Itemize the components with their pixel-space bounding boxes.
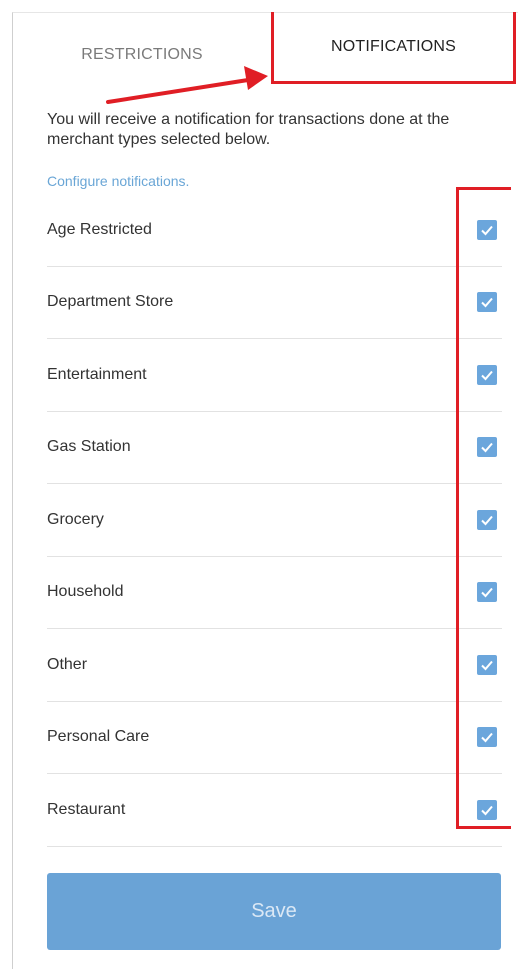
- checkbox-checked[interactable]: [477, 799, 497, 820]
- checkbox-checked[interactable]: [477, 219, 497, 240]
- check-icon: [481, 225, 493, 236]
- merchant-type-label: Other: [47, 655, 88, 673]
- checkbox-checked[interactable]: [477, 364, 497, 385]
- tab-restrictions[interactable]: RESTRICTIONS: [13, 12, 271, 98]
- merchant-type-label: Age Restricted: [47, 220, 152, 238]
- merchant-type-list: Age Restricted Department Store Entertai…: [47, 194, 502, 847]
- list-item[interactable]: Age Restricted: [47, 194, 502, 267]
- check-icon: [481, 660, 493, 671]
- check-icon: [481, 805, 493, 816]
- save-button[interactable]: Save: [47, 873, 501, 950]
- list-item[interactable]: Entertainment: [47, 339, 502, 412]
- check-icon: [481, 588, 493, 598]
- check-icon: [481, 443, 493, 453]
- checkbox-checked[interactable]: [477, 654, 497, 675]
- check-icon: [481, 298, 493, 308]
- merchant-type-label: Household: [47, 583, 124, 601]
- tab-notifications[interactable]: NOTIFICATIONS: [271, 12, 516, 84]
- list-item[interactable]: Department Store: [47, 267, 502, 339]
- list-item[interactable]: Other: [47, 629, 502, 702]
- merchant-type-label: Personal Care: [47, 728, 150, 746]
- check-icon: [481, 733, 493, 743]
- check-icon: [481, 370, 493, 381]
- merchant-type-label: Entertainment: [47, 365, 147, 383]
- merchant-type-label: Gas Station: [47, 438, 131, 456]
- tab-bar: RESTRICTIONS NOTIFICATIONS: [13, 12, 518, 98]
- list-item[interactable]: Grocery: [47, 484, 502, 557]
- merchant-type-label: Department Store: [47, 293, 174, 311]
- list-item[interactable]: Restaurant: [47, 774, 502, 847]
- checkbox-checked[interactable]: [477, 509, 497, 530]
- merchant-type-label: Restaurant: [47, 800, 126, 818]
- checkbox-checked[interactable]: [477, 437, 497, 458]
- merchant-type-label: Grocery: [47, 510, 104, 528]
- list-item[interactable]: Household: [47, 557, 502, 629]
- checkbox-checked[interactable]: [477, 582, 497, 603]
- intro-text: You will receive a notification for tran…: [47, 111, 450, 148]
- checkbox-checked[interactable]: [477, 292, 497, 313]
- checkbox-checked[interactable]: [477, 727, 497, 748]
- list-item[interactable]: Gas Station: [47, 412, 502, 484]
- check-icon: [481, 515, 493, 526]
- list-item[interactable]: Personal Care: [47, 702, 502, 774]
- configure-notifications-link[interactable]: Configure notifications.: [47, 173, 189, 189]
